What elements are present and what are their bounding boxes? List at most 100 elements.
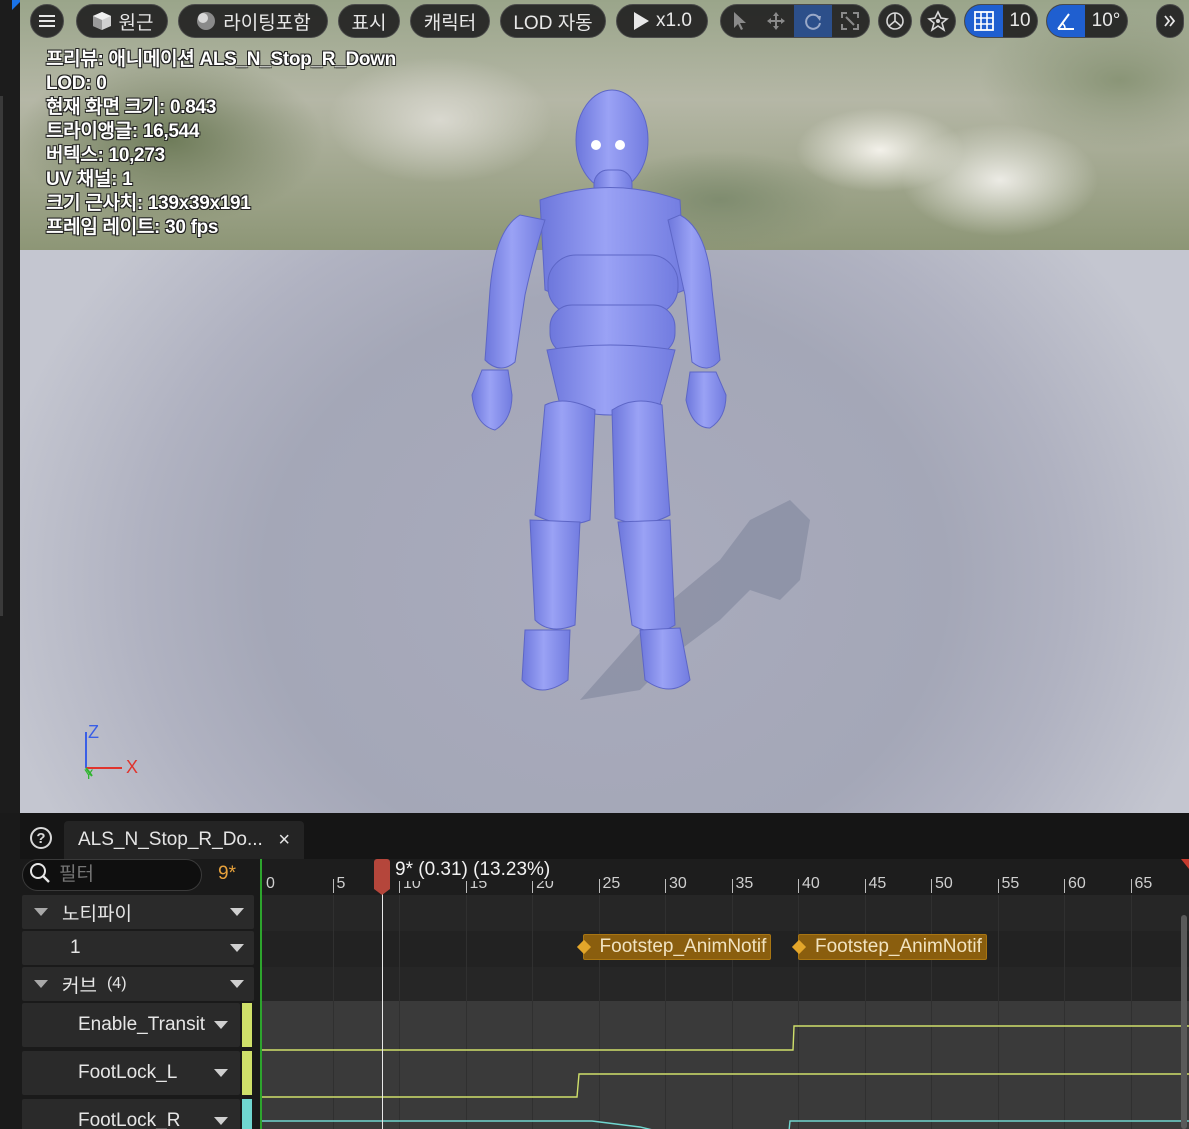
lod-button[interactable]: LOD 자동: [500, 4, 606, 38]
preview-viewport[interactable]: 프리뷰: 애니메이션 ALS_N_Stop_R_Down LOD: 0 현재 화…: [20, 0, 1189, 813]
chevron-down-icon[interactable]: [214, 1117, 228, 1125]
curve-graph: [260, 1025, 1189, 1129]
curve-name: FootLock_L: [78, 1062, 178, 1083]
notify-label: Footstep_AnimNotif: [599, 936, 767, 957]
anim-notify[interactable]: Footstep_AnimNotif: [576, 934, 772, 960]
curve-row-footlock-l[interactable]: FootLock_L: [22, 1051, 240, 1095]
translate-tool-button[interactable]: [758, 5, 794, 37]
timeline-start-marker: [260, 859, 262, 1129]
curves-count: (4): [106, 975, 127, 992]
vertical-scrollbar[interactable]: [1181, 915, 1187, 1129]
grid-snap-value[interactable]: 10: [1003, 5, 1037, 37]
stat-uv-channels: UV 채널: 1: [46, 169, 133, 190]
surface-snap-button[interactable]: [920, 4, 956, 38]
curve-name: Enable_Transit: [78, 1014, 206, 1035]
stat-vertices: 버텍스: 10,273: [46, 145, 165, 166]
close-icon[interactable]: ×: [278, 829, 290, 852]
lighting-label: 라이팅포함: [223, 12, 311, 34]
curves-section-label: 커브: [62, 975, 97, 997]
anim-notify[interactable]: Footstep_AnimNotif: [791, 934, 987, 960]
viewport-toolbar: 원근 라이팅포함 표시 캐릭터 LOD 자동 x1.0 10 10°: [0, 0, 1189, 44]
viewport-stats-overlay: 프리뷰: 애니메이션 ALS_N_Stop_R_Down LOD: 0 현재 화…: [46, 48, 396, 240]
notify-section-header[interactable]: 노티파이: [22, 895, 254, 929]
rotation-snap-group: 10°: [1046, 4, 1128, 38]
move-arrows-icon: [766, 11, 786, 31]
show-button[interactable]: 표시: [338, 4, 400, 38]
scale-icon: [841, 12, 859, 30]
notify-track-label: 1: [70, 937, 81, 958]
animation-timeline-panel: ? ALS_N_Stop_R_Do... × 9* 노티파이 1 커브 (4): [0, 813, 1189, 1129]
curve-row-footlock-r[interactable]: FootLock_R: [22, 1099, 240, 1129]
collapse-caret-icon[interactable]: [34, 980, 48, 988]
double-chevron-right-icon: [1163, 14, 1177, 28]
stat-preview: 프리뷰: 애니메이션 ALS_N_Stop_R_Down: [46, 49, 396, 70]
chevron-down-icon[interactable]: [214, 1021, 228, 1029]
timeline-tab-bar: ? ALS_N_Stop_R_Do... ×: [20, 813, 1189, 859]
lod-label: LOD 자동: [513, 12, 593, 34]
collapse-caret-icon[interactable]: [34, 908, 48, 916]
axis-gizmo: Z X Y: [80, 722, 150, 786]
stat-lod: LOD: 0: [46, 73, 107, 94]
notify-track-row[interactable]: 1: [22, 931, 254, 965]
notify-section-label: 노티파이: [62, 903, 132, 925]
lighting-mode-button[interactable]: 라이팅포함: [178, 4, 328, 38]
scale-tool-button[interactable]: [832, 5, 868, 37]
play-speed-button[interactable]: x1.0: [616, 4, 708, 38]
track-list: 9* 노티파이 1 커브 (4) Enable_Transit FootLock…: [20, 859, 258, 1129]
chevron-down-icon[interactable]: [230, 908, 244, 916]
current-frame-indicator: 9*: [218, 863, 236, 884]
cube-icon: [91, 10, 113, 32]
hamburger-menu-icon: [39, 14, 55, 28]
timeline-end-marker: [1181, 859, 1189, 869]
angle-icon: [1056, 11, 1076, 31]
play-speed-label: x1.0: [656, 10, 692, 31]
character-button[interactable]: 캐릭터: [410, 4, 490, 38]
rotation-snap-toggle[interactable]: [1047, 5, 1085, 37]
show-label: 표시: [351, 12, 387, 34]
timeline-track-area[interactable]: 0 5 10 15 20 25 30 35 40 45 50 55 60 65 Footstep_Anim…: [260, 859, 1189, 1129]
stat-frame-rate: 프레임 레이트: 30 fps: [46, 217, 219, 238]
grid-snap-group: 10: [964, 4, 1038, 38]
curves-section-header[interactable]: 커브 (4): [22, 967, 254, 1001]
toolbar-overflow-button[interactable]: [1156, 4, 1184, 38]
curve-color-swatch[interactable]: [242, 1099, 252, 1129]
transform-tools-group: [720, 4, 870, 38]
filter-input[interactable]: [59, 864, 179, 886]
playhead-line: [382, 859, 383, 1129]
chevron-down-icon[interactable]: [214, 1069, 228, 1077]
stat-screen-size: 현재 화면 크기: 0.843: [46, 97, 217, 118]
tab-title: ALS_N_Stop_R_Do...: [78, 829, 263, 850]
curve-name: FootLock_R: [78, 1110, 181, 1129]
cursor-arrow-icon: [732, 11, 748, 31]
play-icon: [632, 11, 650, 31]
help-icon[interactable]: ?: [30, 827, 52, 849]
curve-color-swatch[interactable]: [242, 1051, 252, 1095]
select-tool-button[interactable]: [722, 5, 758, 37]
left-panel-edge: [0, 0, 22, 813]
rotate-tool-button[interactable]: [794, 5, 832, 37]
chevron-down-icon[interactable]: [230, 980, 244, 988]
rotate-icon: [803, 11, 823, 31]
perspective-button[interactable]: 원근: [76, 4, 168, 38]
viewport-menu-button[interactable]: [30, 4, 64, 38]
playhead-handle[interactable]: [374, 859, 390, 895]
curve-color-swatch[interactable]: [242, 1003, 252, 1047]
grid-snap-toggle[interactable]: [965, 5, 1003, 37]
axis-z-label: Z: [88, 722, 99, 742]
left-scrollbar[interactable]: [0, 96, 3, 616]
surface-snap-icon: [927, 10, 949, 32]
world-axis-icon: [884, 10, 906, 32]
axis-x-label: X: [126, 757, 139, 777]
coordinate-system-button[interactable]: [878, 4, 912, 38]
rotation-snap-value[interactable]: 10°: [1085, 5, 1127, 37]
stat-approx-size: 크기 근사치: 139x39x191: [46, 193, 251, 214]
chevron-down-icon[interactable]: [230, 944, 244, 952]
notify-label: Footstep_AnimNotif: [815, 936, 982, 957]
playhead-label: 9* (0.31) (13.23%): [395, 859, 555, 881]
axis-y-label: Y: [84, 766, 94, 782]
curve-row-enable-transit[interactable]: Enable_Transit: [22, 1003, 240, 1047]
perspective-label: 원근: [118, 12, 154, 34]
grid-icon: [974, 11, 994, 31]
filter-search-box[interactable]: [22, 859, 202, 891]
animation-tab[interactable]: ALS_N_Stop_R_Do... ×: [64, 821, 304, 859]
